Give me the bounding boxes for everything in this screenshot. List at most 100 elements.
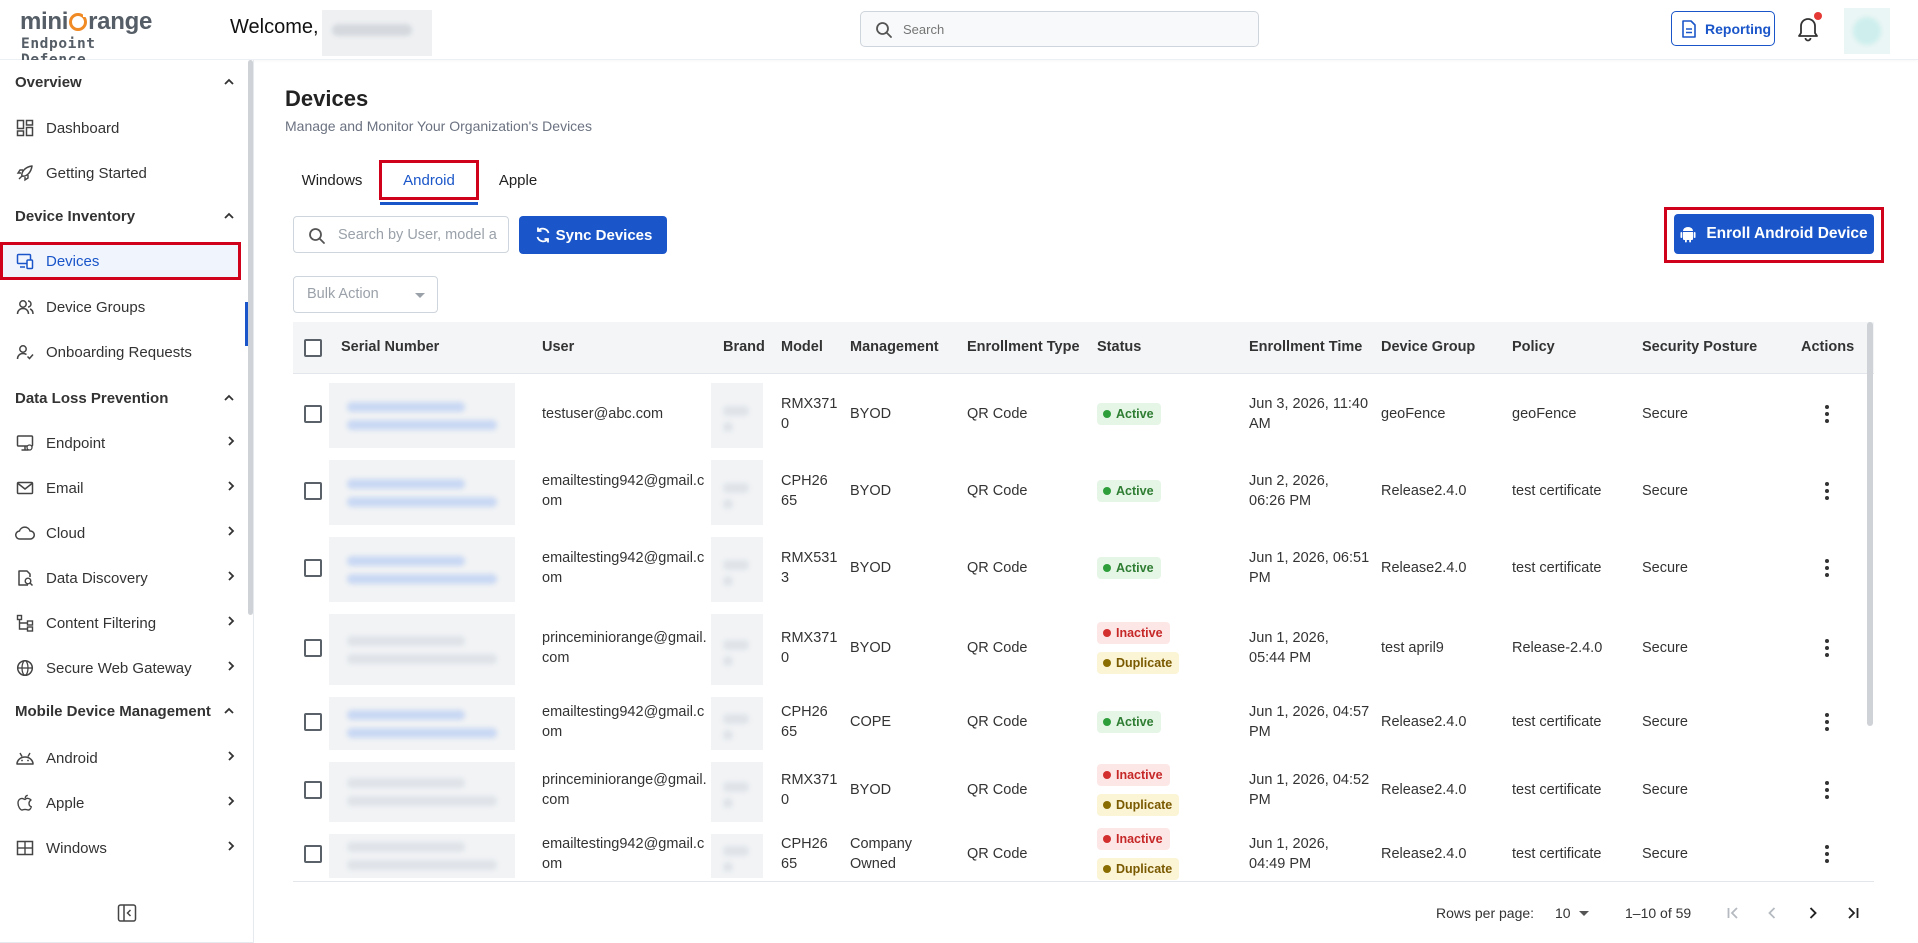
select-all-checkbox[interactable]	[304, 339, 322, 357]
sidebar-item-data-discovery[interactable]: Data Discovery	[15, 559, 237, 597]
device-search-input[interactable]	[338, 225, 498, 245]
table-scrollbar[interactable]	[1867, 322, 1873, 726]
cell-line: PM	[1249, 723, 1271, 740]
column-header[interactable]: Status	[1097, 339, 1141, 355]
section-mobile-device-management[interactable]: Mobile Device Management	[15, 703, 235, 723]
tab-android[interactable]: Android	[379, 160, 479, 200]
redacted-text	[347, 842, 465, 852]
row-actions-menu-icon[interactable]	[1824, 712, 1830, 733]
avatar[interactable]	[1844, 8, 1890, 54]
cell-line: 0	[781, 649, 790, 666]
row-actions-menu-icon[interactable]	[1824, 845, 1830, 865]
section-data-loss-prevention[interactable]: Data Loss Prevention	[15, 390, 235, 410]
previous-page-button[interactable]	[1761, 902, 1783, 924]
sidebar-item-content-filtering[interactable]: Content Filtering	[15, 604, 237, 642]
sidebar-item-device-groups[interactable]: Device Groups	[15, 288, 237, 326]
sidebar-scrollbar[interactable]	[248, 60, 253, 615]
redacted-text	[347, 555, 465, 566]
column-header[interactable]: User	[542, 339, 574, 355]
cell-posture: Secure	[1642, 559, 1688, 576]
row-actions-menu-icon[interactable]	[1824, 404, 1830, 425]
table-row[interactable]: emailtesting942@gmail.c om CPH26 65 BYOD QR C…	[293, 452, 1874, 529]
last-page-button[interactable]	[1842, 902, 1864, 924]
table-row[interactable]: princeminiorange@gmail. com RMX371 0 BYOD QR …	[293, 754, 1874, 826]
row-checkbox[interactable]	[304, 404, 322, 423]
status-text: Active	[1116, 560, 1154, 575]
collapse-sidebar-icon[interactable]	[117, 903, 137, 923]
sidebar-item-getting-started[interactable]: Getting Started	[15, 154, 237, 192]
table-row[interactable]: testuser@abc.com RMX371 0 BYOD QR Code Active…	[293, 375, 1874, 452]
rows-per-page-select[interactable]: 10	[1555, 905, 1589, 921]
redacted-serial-number	[329, 762, 515, 822]
reporting-button[interactable]: Reporting	[1671, 11, 1775, 46]
table-row[interactable]: emailtesting942@gmail.c om CPH26 65 Company O…	[293, 826, 1874, 882]
cell-group: Release2.4.0	[1381, 713, 1467, 730]
sidebar-item-android[interactable]: Android	[15, 739, 237, 777]
status-dot	[1103, 865, 1111, 873]
miniorange-logo[interactable]: minirange Endpoint Defence	[20, 8, 170, 68]
cell-line: com	[542, 792, 570, 808]
row-checkbox[interactable]	[304, 845, 322, 863]
row-checkbox[interactable]	[304, 558, 322, 577]
row-actions-menu-icon[interactable]	[1824, 638, 1830, 659]
sidebar-item-secure-web-gateway[interactable]: Secure Web Gateway	[15, 649, 237, 687]
table-row[interactable]: emailtesting942@gmail.c om CPH26 65 COPE QR C…	[293, 689, 1874, 754]
cell-time: Jun 1, 2026, 05:44 PM	[1249, 628, 1377, 668]
sidebar-item-devices[interactable]: Devices	[0, 242, 241, 280]
device-search[interactable]	[293, 216, 509, 253]
sync-devices-button[interactable]: Sync Devices	[519, 216, 667, 254]
section-overview[interactable]: Overview	[15, 74, 235, 94]
sidebar-item-dashboard[interactable]: Dashboard	[15, 109, 237, 147]
column-header[interactable]: Policy	[1512, 339, 1555, 355]
cell-model: CPH26 65	[781, 702, 841, 742]
bulk-action-select[interactable]: Bulk Action	[293, 276, 438, 313]
chevron-right-icon	[228, 481, 235, 491]
sidebar-item-windows[interactable]: Windows	[15, 829, 237, 867]
column-header[interactable]: Serial Number	[341, 339, 439, 355]
cell-line: RMX371	[781, 395, 838, 412]
row-actions-menu-icon[interactable]	[1824, 481, 1830, 502]
status-dot	[1103, 409, 1111, 418]
row-checkbox[interactable]	[304, 481, 322, 500]
column-header[interactable]: Device Group	[1381, 339, 1475, 355]
row-checkbox[interactable]	[304, 781, 322, 799]
column-header[interactable]: Enrollment Type	[967, 339, 1080, 355]
sidebar-item-onboarding-requests[interactable]: Onboarding Requests	[15, 333, 237, 371]
row-actions-menu-icon[interactable]	[1824, 558, 1830, 579]
cell-line: 0	[781, 792, 790, 808]
cell-line: Jun 1, 2026, 04:57	[1249, 703, 1370, 720]
first-page-button[interactable]	[1722, 902, 1744, 924]
column-header[interactable]: Brand	[723, 339, 765, 355]
cell-user: emailtesting942@gmail.c om	[542, 834, 717, 874]
sidebar-item-cloud[interactable]: Cloud	[15, 514, 237, 552]
row-checkbox[interactable]	[304, 638, 322, 657]
column-header[interactable]: Enrollment Time	[1249, 339, 1362, 355]
redacted-text	[723, 713, 749, 724]
column-header[interactable]: Security Posture	[1642, 339, 1757, 355]
cell-line: om	[542, 569, 563, 586]
column-header[interactable]: Model	[781, 339, 823, 355]
data-discovery-icon	[15, 568, 35, 588]
global-search-input[interactable]	[903, 19, 1243, 39]
table-row[interactable]: princeminiorange@gmail. com RMX371 0 BYOD QR …	[293, 606, 1874, 689]
sidebar-item-endpoint[interactable]: Endpoint	[15, 424, 237, 462]
row-actions-menu-icon[interactable]	[1824, 781, 1830, 801]
column-header[interactable]: Management	[850, 339, 939, 355]
status-text: Duplicate	[1116, 862, 1173, 876]
table-row[interactable]: emailtesting942@gmail.c om RMX531 3 BYOD QR C…	[293, 529, 1874, 606]
tab-apple[interactable]: Apple	[483, 160, 553, 200]
global-search[interactable]	[860, 11, 1259, 47]
section-device-inventory[interactable]: Device Inventory	[15, 208, 235, 228]
sidebar-item-email[interactable]: Email	[15, 469, 237, 507]
redacted-text	[723, 655, 733, 666]
redacted-text	[347, 478, 465, 489]
next-page-button[interactable]	[1802, 902, 1824, 924]
cell-line: Jun 2, 2026,	[1249, 472, 1329, 489]
sidebar-item-apple[interactable]: Apple	[15, 784, 237, 822]
tab-windows[interactable]: Windows	[285, 160, 379, 200]
active-indicator	[245, 302, 248, 346]
enroll-android-device-button[interactable]: Enroll Android Device	[1674, 214, 1874, 254]
cell-model: RMX371 0	[781, 770, 841, 810]
page-subtitle: Manage and Monitor Your Organization's D…	[285, 118, 592, 134]
row-checkbox[interactable]	[304, 712, 322, 731]
